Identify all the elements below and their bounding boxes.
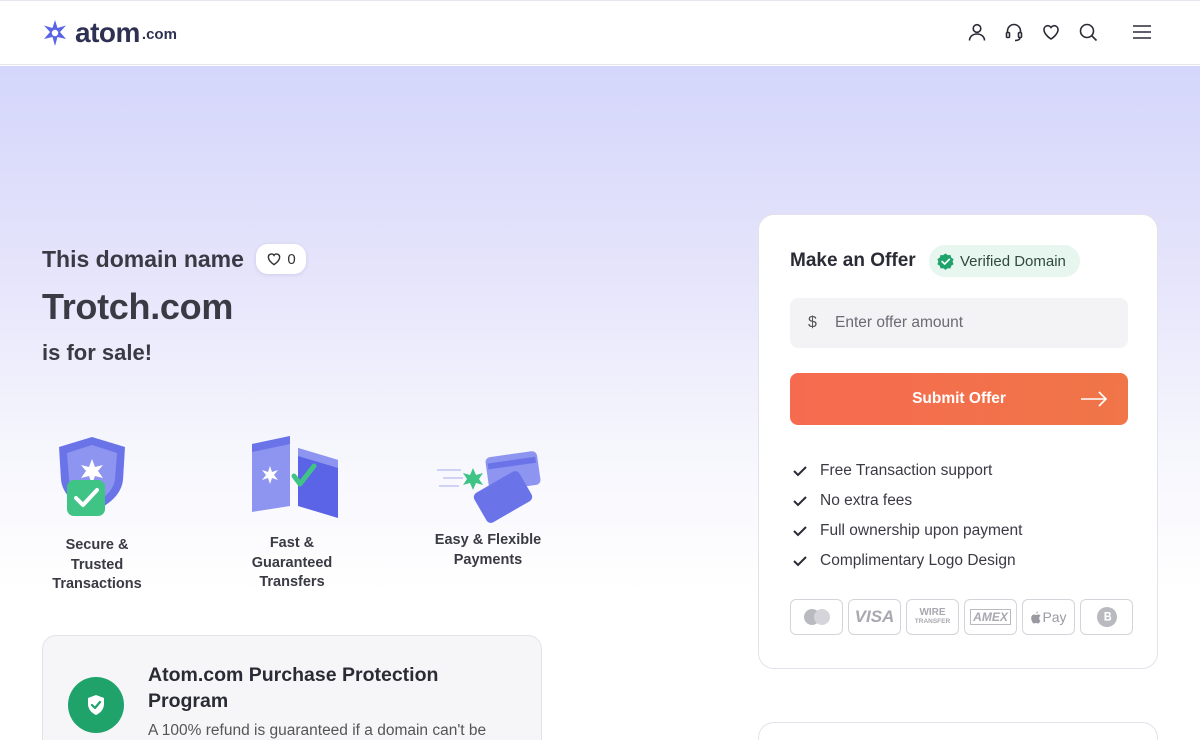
bitcoin-icon xyxy=(1080,599,1133,635)
headset-icon[interactable] xyxy=(1004,22,1024,42)
visa-text: VISA xyxy=(854,607,895,626)
favorites-count: 0 xyxy=(287,250,296,268)
apple-pay-text: Pay xyxy=(1042,609,1067,625)
benefit-label: Complimentary Logo Design xyxy=(820,552,1016,569)
check-icon xyxy=(793,496,807,507)
shield-check-icon xyxy=(59,437,125,516)
feature-label-line: Easy & Flexible xyxy=(434,532,542,548)
mastercard-icon xyxy=(790,599,843,635)
benefit-item: Full ownership upon payment xyxy=(792,516,1022,546)
user-icon[interactable] xyxy=(967,22,987,42)
wire-transfer-icon: WIRE TRANSFER xyxy=(906,599,959,635)
feature-flexible-payments: Easy & Flexible Payments xyxy=(432,440,544,570)
apple-logo-icon xyxy=(1031,611,1041,623)
submit-offer-label: Submit Offer xyxy=(912,390,1006,407)
benefit-label: Free Transaction support xyxy=(820,462,993,479)
check-icon xyxy=(793,526,807,537)
transfer-windows-icon xyxy=(252,436,338,518)
atom-logo[interactable]: atom .com xyxy=(41,17,177,49)
feature-label-line: Fast & xyxy=(269,535,315,551)
domain-pre-title: This domain name xyxy=(42,246,244,272)
protection-text: A 100% refund is guaranteed if a domain … xyxy=(148,722,487,739)
visa-icon: VISA xyxy=(848,599,901,635)
protection-title: Atom.com Purchase Protection Program xyxy=(148,664,439,712)
purchase-protection-card: Atom.com Purchase Protection Program A 1… xyxy=(42,635,542,740)
feature-label-line: Transfers xyxy=(259,574,325,590)
header-actions xyxy=(967,22,1152,42)
search-icon[interactable] xyxy=(1078,22,1098,42)
benefit-item: Complimentary Logo Design xyxy=(792,546,1022,576)
amex-icon: AMEX xyxy=(964,599,1017,635)
benefit-item: No extra fees xyxy=(792,486,1022,516)
apple-pay-icon: Pay xyxy=(1022,599,1075,635)
wire-text: WIRE xyxy=(919,607,946,618)
arrow-right-icon xyxy=(1081,391,1108,407)
verified-domain-label: Verified Domain xyxy=(960,252,1066,270)
payment-methods: VISA WIRE TRANSFER AMEX Pay xyxy=(790,599,1133,635)
secondary-card xyxy=(758,722,1158,740)
feature-secure-transactions: Secure & Trusted Transactions xyxy=(42,432,152,595)
logo-wordmark: atom xyxy=(75,17,140,48)
heart-icon[interactable] xyxy=(1041,22,1061,42)
feature-label-line: Guaranteed xyxy=(251,554,333,571)
favorite-button[interactable]: 0 xyxy=(256,244,306,274)
check-icon xyxy=(793,466,807,477)
check-icon xyxy=(793,556,807,567)
benefit-item: Free Transaction support xyxy=(792,456,1022,486)
make-offer-card: Make an Offer Verified Domain $ Submit O… xyxy=(758,214,1158,669)
heart-icon xyxy=(268,253,281,266)
logo-domain-suffix: .com xyxy=(141,26,177,43)
feature-label-line: Transactions xyxy=(52,576,142,592)
payment-cards-icon xyxy=(437,451,541,523)
for-sale-text: is for sale! xyxy=(42,340,153,365)
feature-label-line: Secure & xyxy=(65,537,129,553)
amex-text: AMEX xyxy=(970,609,1011,625)
protection-badge xyxy=(68,677,124,733)
feature-fast-transfers: Fast & Guaranteed Transfers xyxy=(237,432,347,593)
benefit-label: Full ownership upon payment xyxy=(820,522,1023,539)
verified-check-icon xyxy=(937,252,954,270)
submit-offer-button[interactable]: Submit Offer xyxy=(790,373,1128,425)
menu-icon[interactable] xyxy=(1132,22,1152,42)
shield-check-icon xyxy=(88,695,104,715)
verified-domain-badge: Verified Domain xyxy=(929,245,1080,277)
benefit-label: No extra fees xyxy=(820,492,913,509)
atom-star-icon xyxy=(44,20,66,46)
feature-label-line: Payments xyxy=(453,551,523,568)
offer-benefits-list: Free Transaction support No extra fees F… xyxy=(792,456,1022,576)
site-header: atom .com xyxy=(0,0,1200,65)
currency-symbol: $ xyxy=(808,314,817,331)
wire-transfer-text: TRANSFER xyxy=(914,618,951,625)
feature-label-line: Trusted xyxy=(70,556,124,573)
offer-card-title: Make an Offer xyxy=(790,250,916,271)
offer-amount-field[interactable]: $ xyxy=(790,298,1128,348)
domain-name: Trotch.com xyxy=(42,286,234,327)
offer-amount-input[interactable] xyxy=(835,314,1115,332)
